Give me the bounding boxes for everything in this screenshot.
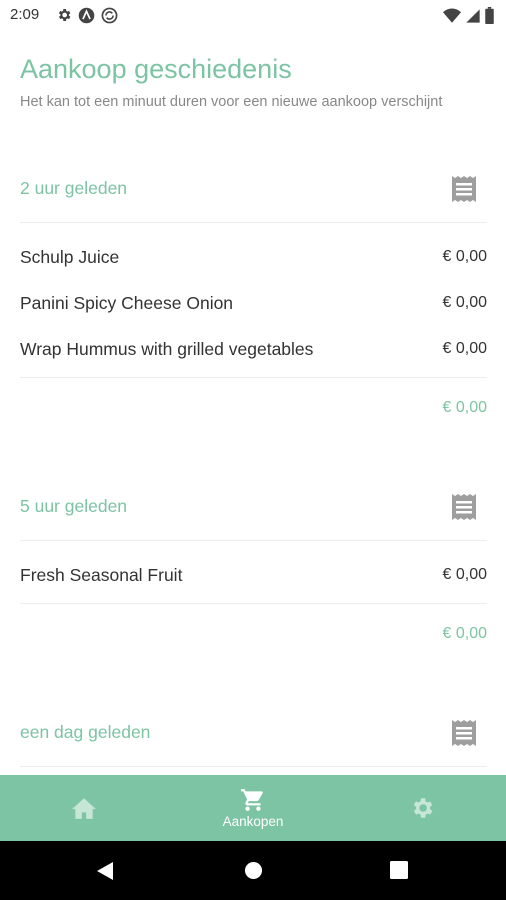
item-name: Panini Spicy Cheese Onion bbox=[20, 293, 234, 313]
purchase-group-header: 5 uur geleden bbox=[20, 478, 487, 541]
battery-icon bbox=[485, 7, 494, 24]
gear-icon bbox=[413, 798, 433, 818]
item-price: € 0,00 bbox=[442, 340, 487, 357]
purchase-total-row: € 0,00 bbox=[20, 604, 487, 664]
purchase-group: een dag geleden bbox=[20, 704, 487, 767]
sync-icon bbox=[101, 7, 118, 24]
nav-purchases[interactable]: Aankopen bbox=[169, 775, 337, 841]
app-icon bbox=[78, 7, 95, 24]
item-price: € 0,00 bbox=[442, 566, 487, 583]
list-item: Panini Spicy Cheese Onion € 0,00 bbox=[20, 279, 487, 325]
cart-icon bbox=[241, 789, 263, 811]
page-title: Aankoop geschiedenis bbox=[20, 54, 292, 84]
receipt-icon[interactable] bbox=[451, 175, 477, 203]
purchase-items: Schulp Juice € 0,00 Panini Spicy Cheese … bbox=[20, 223, 487, 378]
purchase-time-label: een dag geleden bbox=[20, 722, 151, 742]
item-name: Schulp Juice bbox=[20, 247, 120, 267]
receipt-icon[interactable] bbox=[451, 719, 477, 747]
list-item: Wrap Hummus with grilled vegetables € 0,… bbox=[20, 325, 487, 371]
nav-home[interactable] bbox=[0, 775, 168, 841]
system-nav-bar bbox=[0, 841, 506, 900]
list-item: Fresh Seasonal Fruit € 0,00 bbox=[20, 551, 487, 597]
purchase-items: Fresh Seasonal Fruit € 0,00 bbox=[20, 541, 487, 604]
nav-purchases-label: Aankopen bbox=[222, 814, 284, 829]
purchase-total: € 0,00 bbox=[442, 399, 487, 416]
bottom-nav: Aankopen bbox=[0, 775, 506, 841]
item-name: Wrap Hummus with grilled vegetables bbox=[20, 339, 314, 359]
purchase-group: 2 uur geleden Schulp Juice € 0,00 Panini… bbox=[20, 160, 487, 438]
status-bar: 2:09 bbox=[0, 0, 506, 32]
home-icon bbox=[72, 798, 96, 819]
status-icons-right bbox=[443, 7, 494, 24]
purchase-group-header: een dag geleden bbox=[20, 704, 487, 767]
item-price: € 0,00 bbox=[442, 294, 487, 311]
settings-icon bbox=[58, 9, 71, 21]
list-item: Schulp Juice € 0,00 bbox=[20, 233, 487, 279]
purchase-total: € 0,00 bbox=[442, 625, 487, 642]
signal-icon bbox=[466, 8, 480, 23]
status-time: 2:09 bbox=[10, 6, 40, 23]
purchase-group: 5 uur geleden Fresh Seasonal Fruit € 0,0… bbox=[20, 478, 487, 664]
purchase-group-header: 2 uur geleden bbox=[20, 160, 487, 223]
receipt-icon[interactable] bbox=[451, 493, 477, 521]
purchase-time-label: 2 uur geleden bbox=[20, 178, 128, 198]
home-button-icon[interactable] bbox=[244, 861, 263, 880]
item-price: € 0,00 bbox=[442, 248, 487, 265]
purchase-time-label: 5 uur geleden bbox=[20, 496, 128, 516]
page-subtitle: Het kan tot een minuut duren voor een ni… bbox=[20, 94, 443, 110]
back-icon[interactable] bbox=[95, 861, 115, 881]
nav-settings[interactable] bbox=[338, 775, 506, 841]
wifi-icon bbox=[443, 8, 461, 23]
purchase-total-row: € 0,00 bbox=[20, 378, 487, 438]
status-icons-left bbox=[56, 7, 118, 24]
recents-icon[interactable] bbox=[390, 861, 408, 879]
item-name: Fresh Seasonal Fruit bbox=[20, 565, 183, 585]
